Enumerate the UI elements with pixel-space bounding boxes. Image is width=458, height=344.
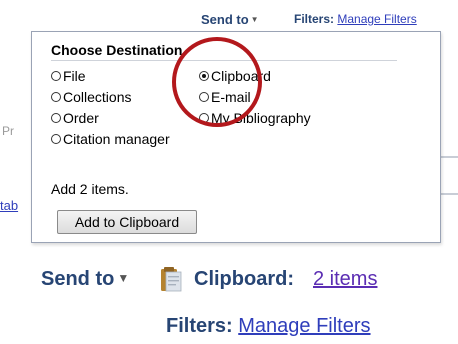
chevron-down-icon: ▼ xyxy=(250,15,259,24)
add-to-clipboard-button[interactable]: Add to Clipboard xyxy=(57,210,197,234)
radio-button[interactable] xyxy=(199,92,209,102)
radio-button[interactable] xyxy=(51,113,61,123)
destination-option-collections[interactable]: Collections xyxy=(51,89,131,105)
chevron-down-icon: ▼ xyxy=(117,271,130,285)
panel-divider xyxy=(51,60,397,61)
send-to-dropdown: Choose Destination File Clipboard Collec… xyxy=(31,31,441,243)
send-to-label: Send to xyxy=(41,268,115,290)
clipboard-items-link[interactable]: 2 items xyxy=(313,268,377,291)
filters-bar: Filters: Manage Filters xyxy=(294,12,417,26)
radio-button[interactable] xyxy=(51,134,61,144)
background-text-fragment: Pr xyxy=(2,124,14,138)
radio-button[interactable] xyxy=(51,71,61,81)
option-label: E-mail xyxy=(211,89,251,105)
radio-button[interactable] xyxy=(199,113,209,123)
background-divider xyxy=(440,193,458,195)
destination-option-order[interactable]: Order xyxy=(51,110,99,126)
destination-option-clipboard[interactable]: Clipboard xyxy=(199,68,271,84)
option-label: Order xyxy=(63,110,99,126)
manage-filters-link[interactable]: Manage Filters xyxy=(238,315,370,337)
send-to-menu-large[interactable]: Send to ▼ xyxy=(41,268,129,291)
choose-destination-heading: Choose Destination xyxy=(51,42,183,58)
filters-label: Filters: xyxy=(166,315,233,337)
send-to-label: Send to xyxy=(201,12,249,27)
filters-label: Filters: xyxy=(294,12,335,26)
send-to-menu[interactable]: Send to ▼ xyxy=(201,12,259,27)
radio-button[interactable] xyxy=(51,92,61,102)
manage-filters-link[interactable]: Manage Filters xyxy=(337,12,416,26)
background-divider xyxy=(440,156,458,158)
option-label: Citation manager xyxy=(63,131,170,147)
option-label: My Bibliography xyxy=(211,110,311,126)
background-link-fragment[interactable]: tab xyxy=(0,198,18,213)
radio-button-selected[interactable] xyxy=(199,71,209,81)
destination-option-my-bibliography[interactable]: My Bibliography xyxy=(199,110,311,126)
destination-option-file[interactable]: File xyxy=(51,68,86,84)
add-items-count: Add 2 items. xyxy=(51,181,129,197)
option-label: File xyxy=(63,68,86,84)
filters-bar-large: Filters: Manage Filters xyxy=(166,315,371,338)
option-label: Clipboard xyxy=(211,68,271,84)
clipboard-icon xyxy=(161,267,182,292)
option-label: Collections xyxy=(63,89,132,105)
destination-option-email[interactable]: E-mail xyxy=(199,89,251,105)
clipboard-label: Clipboard: xyxy=(194,268,294,290)
destination-option-citation-manager[interactable]: Citation manager xyxy=(51,131,170,147)
